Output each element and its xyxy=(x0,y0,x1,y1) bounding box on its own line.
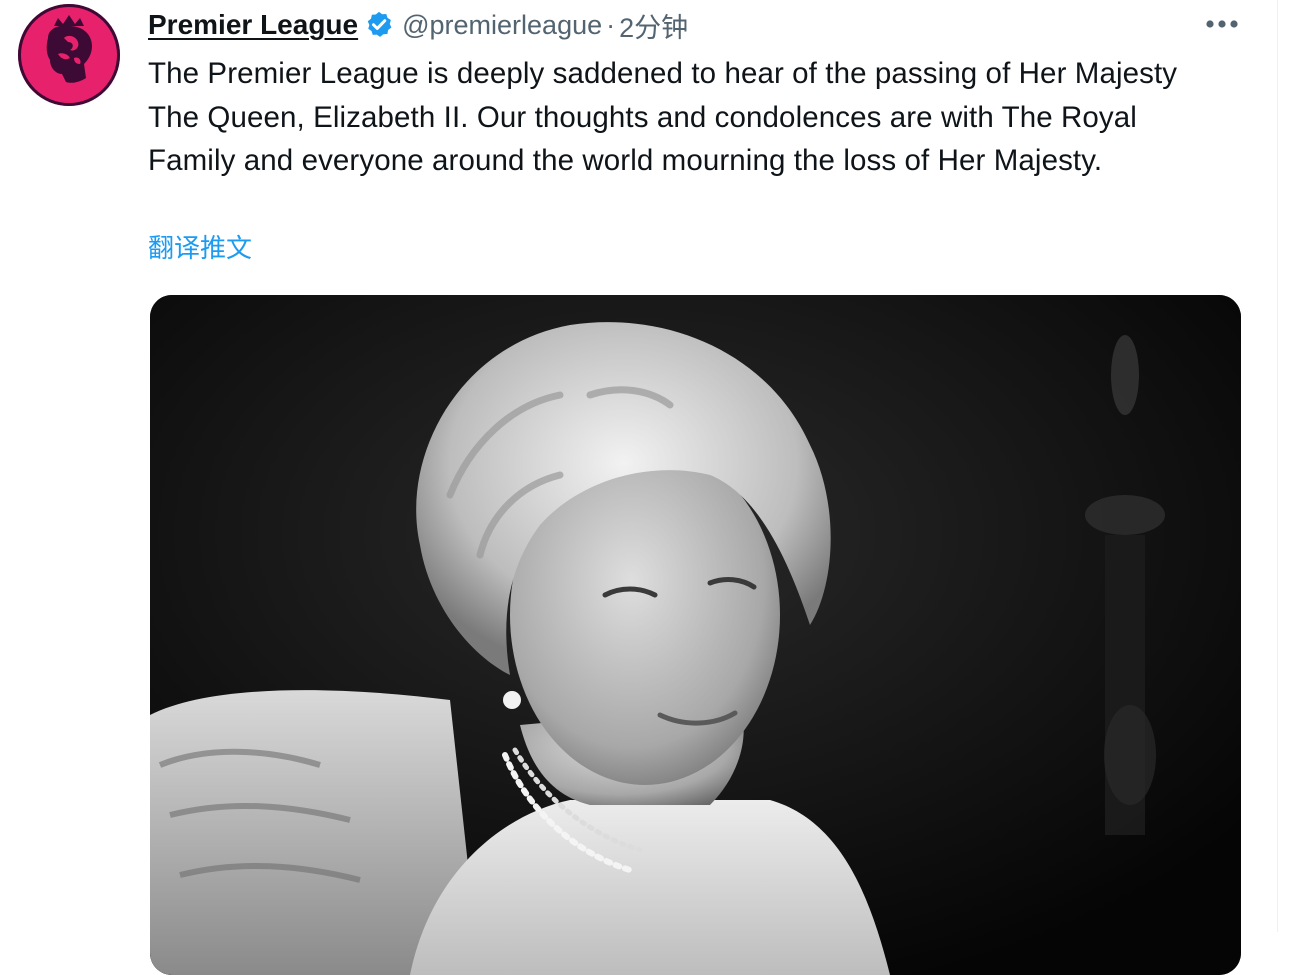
timestamp[interactable]: 2分钟 xyxy=(619,6,688,45)
tweet-header: Premier League @premierleague · 2分钟 xyxy=(148,6,688,44)
tweet-text: The Premier League is deeply saddened to… xyxy=(148,57,1178,177)
separator-dot: · xyxy=(606,9,616,40)
premier-league-logo-icon xyxy=(46,15,92,83)
timeline-border xyxy=(1277,0,1278,932)
handle[interactable]: @premierleague xyxy=(402,10,602,41)
translate-tweet-link[interactable]: 翻译推文 xyxy=(148,228,252,265)
more-horizontal-icon xyxy=(1206,20,1238,28)
display-name[interactable]: Premier League xyxy=(148,9,358,41)
more-options-button[interactable] xyxy=(1200,6,1244,42)
verified-badge-icon xyxy=(367,11,392,37)
portrait-photo-image xyxy=(150,295,1241,975)
avatar[interactable] xyxy=(18,4,120,106)
tweet-photo[interactable] xyxy=(150,295,1241,975)
tweet-card[interactable]: Premier League @premierleague · 2分钟 The … xyxy=(0,0,1296,975)
